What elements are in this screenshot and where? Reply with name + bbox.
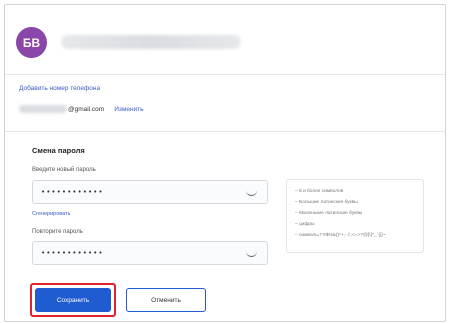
requirement-item: – Большие латинские буквы: [295, 200, 358, 205]
save-button[interactable]: Сохранить: [35, 288, 111, 312]
section-divider: [5, 131, 445, 132]
account-settings-panel: БВ Добавить номер телефона @gmail.com Из…: [4, 4, 446, 322]
requirement-item: – символы !"#$%&()*+,-./:;<=>?@[\]^_`{|}…: [295, 233, 386, 238]
avatar: БВ: [16, 27, 47, 58]
blurred-user-name: [61, 35, 241, 49]
repeat-password-input[interactable]: ••••••••••••: [32, 241, 268, 265]
password-section-title: Смена пароля: [32, 146, 85, 155]
repeat-password-label: Повторите пароль: [32, 229, 83, 235]
email-domain: @gmail.com: [68, 105, 105, 113]
change-email-link[interactable]: Изменить: [114, 106, 143, 113]
repeat-password-value: ••••••••••••: [41, 249, 104, 257]
cancel-button[interactable]: Отменить: [126, 288, 206, 312]
blurred-email-local-part: [19, 105, 67, 113]
hide-password-eye-icon[interactable]: [246, 190, 257, 196]
hide-password-eye-icon[interactable]: [246, 251, 257, 257]
add-phone-link[interactable]: Добавить номер телефона: [19, 85, 100, 92]
new-password-label: Введите новый пароль: [32, 167, 96, 173]
requirement-item: – Маленькие латинские буквы: [295, 211, 363, 216]
email-row: @gmail.com Изменить: [19, 103, 144, 115]
requirement-item: – цифры: [295, 222, 315, 227]
requirement-item: – 8 и более символов: [295, 189, 344, 194]
profile-header: БВ: [5, 5, 445, 75]
generate-password-link[interactable]: Сгенерировать: [32, 211, 70, 217]
new-password-input[interactable]: ••••••••••••: [32, 180, 268, 204]
new-password-value: ••••••••••••: [41, 188, 104, 196]
password-requirements: – 8 и более символов – Большие латинские…: [286, 179, 424, 253]
